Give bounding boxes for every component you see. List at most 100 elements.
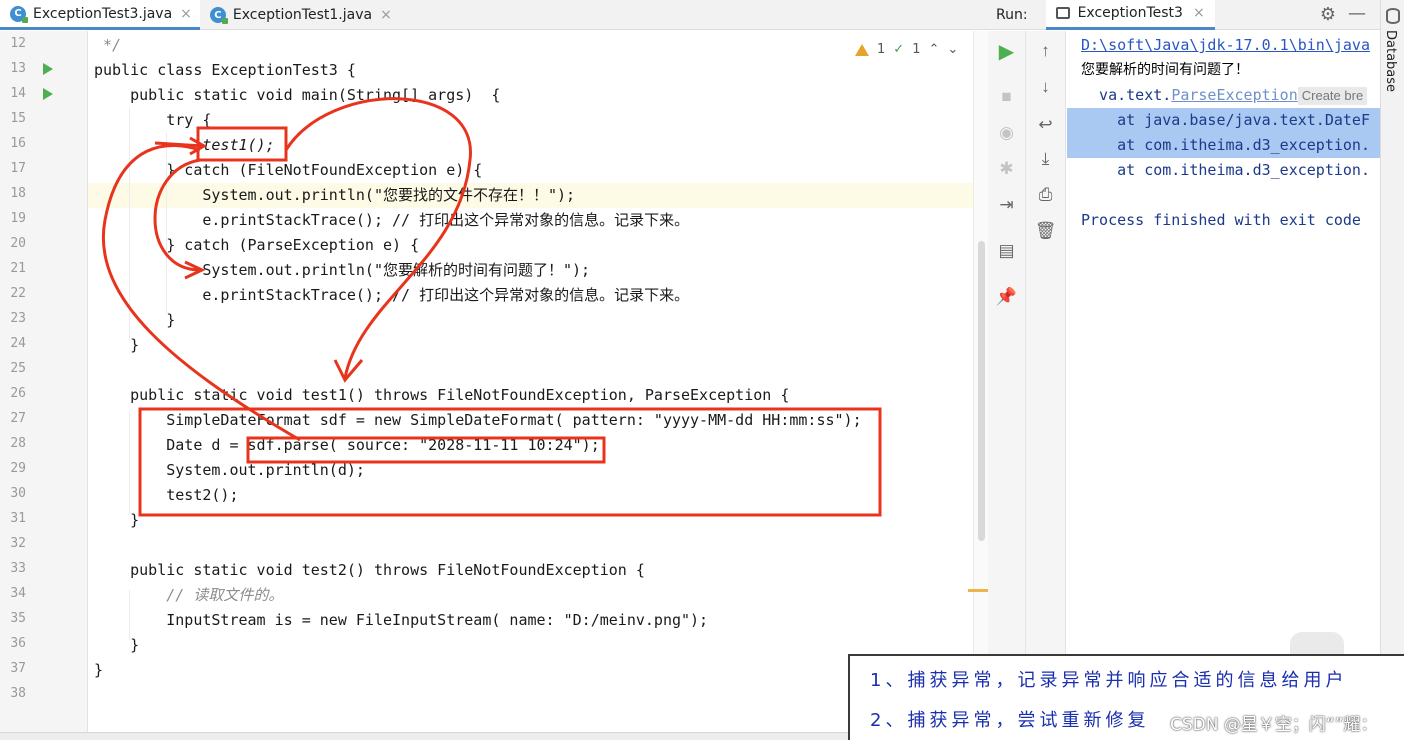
code-line-text: } xyxy=(94,661,104,679)
run-gutter-icon[interactable] xyxy=(43,63,53,75)
code-line: } xyxy=(94,308,175,333)
layout-icon[interactable]: ▤ xyxy=(988,241,1025,261)
pin-icon[interactable]: 📌 xyxy=(988,287,1025,307)
run-gutter-icon[interactable] xyxy=(43,88,53,100)
console-line: at java.base/java.text.DateF xyxy=(1067,108,1380,133)
console-line: 您要解析的时间有问题了！ xyxy=(1081,62,1249,78)
tab-label: ExceptionTest1.java xyxy=(232,7,373,23)
code-line: } catch (FileNotFoundException e) { xyxy=(94,158,482,183)
code-line-text: } xyxy=(94,311,176,329)
prev-highlight-icon[interactable]: ⌃ xyxy=(928,42,939,57)
create-breakpoint-hint[interactable]: Create bre xyxy=(1297,87,1368,105)
scrollbar-thumb[interactable] xyxy=(978,241,985,541)
tab-exceptiontest1[interactable]: C ExceptionTest1.java × xyxy=(200,0,400,30)
editor-scrollbar[interactable] xyxy=(968,31,988,740)
run-tab-label: ExceptionTest3 xyxy=(1077,5,1183,21)
code-line: e.printStackTrace(); // 打印出这个异常对象的信息。记录下… xyxy=(94,208,689,233)
run-config-icon xyxy=(1055,7,1070,19)
inspection-widget[interactable]: 1 ✓ 1 ⌃ ⌄ xyxy=(855,42,958,57)
rerun-icon[interactable]: ▶ xyxy=(988,39,1025,64)
code-line: // 读取文件的。 xyxy=(94,583,283,608)
console-line: Process finished with exit code xyxy=(1081,211,1361,229)
scroll-to-end-icon[interactable]: ⤓ xyxy=(1026,149,1065,169)
camera-icon[interactable]: ◉ xyxy=(988,123,1025,143)
close-icon[interactable]: × xyxy=(180,6,192,22)
line-number: 22 xyxy=(10,286,26,301)
code-line-text: test1(); xyxy=(94,136,275,154)
code-line-text: } catch (FileNotFoundException e) { xyxy=(94,161,483,179)
soft-wrap-icon[interactable]: ↩ xyxy=(1026,115,1065,135)
run-tab[interactable]: ExceptionTest3 × xyxy=(1045,0,1215,30)
minimize-icon[interactable]: — xyxy=(1348,3,1366,24)
database-icon[interactable] xyxy=(1386,8,1400,24)
line-number: 15 xyxy=(10,111,26,126)
tab-label: ExceptionTest3.java xyxy=(33,5,173,22)
line-number: 13 xyxy=(10,61,26,76)
line-number: 24 xyxy=(10,336,26,351)
debug-icon[interactable]: ✱ xyxy=(988,159,1025,179)
code-line-text: public class ExceptionTest3 { xyxy=(94,61,356,79)
note-line-2: 2、捕获异常，尝试重新修复 xyxy=(870,710,1150,731)
print-icon[interactable]: ⎙ xyxy=(1026,185,1065,205)
code-line: SimpleDateFormat sdf = new SimpleDateFor… xyxy=(94,408,862,433)
line-number: 12 xyxy=(10,36,26,51)
code-line: } catch (ParseException e) { xyxy=(94,233,419,258)
code-line-text: try { xyxy=(94,111,212,129)
next-highlight-icon[interactable]: ⌄ xyxy=(947,42,958,57)
close-icon[interactable]: × xyxy=(380,7,392,23)
warning-stripe[interactable] xyxy=(968,589,988,592)
run-label: Run: xyxy=(996,6,1028,23)
code-line: public static void main(String[] args) { xyxy=(94,83,500,108)
selection-gap xyxy=(1081,83,1099,108)
gear-icon[interactable]: ⚙ xyxy=(1320,4,1336,25)
console-line: at com.itheima.d3_exception. xyxy=(1067,133,1380,158)
code-line-text: public static void test2() throws FileNo… xyxy=(94,561,645,579)
typo-count: 1 xyxy=(912,42,921,57)
line-number: 14 xyxy=(10,86,26,101)
run-tool-window-header: Run: ExceptionTest3 × ⚙ — xyxy=(988,0,1380,30)
stop-icon[interactable]: ■ xyxy=(988,87,1025,107)
code-line-text: public static void main(String[] args) { xyxy=(94,86,501,104)
code-line: System.out.println(d); xyxy=(94,458,365,483)
line-number: 32 xyxy=(10,536,26,551)
exit-icon[interactable]: ⇥ xyxy=(988,195,1025,215)
up-arrow-icon[interactable]: ↑ xyxy=(1026,41,1065,61)
line-number: 28 xyxy=(10,436,26,451)
console-line: D:\soft\Java\jdk-17.0.1\bin\java xyxy=(1067,33,1380,58)
code-line-text: System.out.println("您要解析的时间有问题了！"); xyxy=(94,261,591,279)
warning-icon xyxy=(855,43,869,56)
line-number: 29 xyxy=(10,461,26,476)
run-toolbar-left: ▶ ■ ◉ ✱ ⇥ ▤ 📌 xyxy=(988,31,1026,740)
code-line-text: InputStream is = new FileInputStream( na… xyxy=(94,611,709,629)
code-line-text: Date d = sdf.parse( source: "2028-11-11 … xyxy=(94,436,600,454)
code-editor[interactable]: */ public class ExceptionTest3 { public … xyxy=(88,31,973,740)
code-line-text: } xyxy=(94,511,140,529)
line-number: 16 xyxy=(10,136,26,151)
line-number: 30 xyxy=(10,486,26,501)
java-path-link[interactable]: D:\soft\Java\jdk-17.0.1\bin\java xyxy=(1081,36,1370,54)
database-tab[interactable]: Database xyxy=(1383,30,1398,92)
tab-exceptiontest3[interactable]: C ExceptionTest3.java × xyxy=(0,0,200,30)
line-number: 18 xyxy=(10,186,26,201)
code-line-text: SimpleDateFormat sdf = new SimpleDateFor… xyxy=(94,411,862,429)
close-icon[interactable]: × xyxy=(1193,5,1205,21)
code-line: } xyxy=(94,633,139,658)
line-number: 37 xyxy=(10,661,26,676)
trash-icon[interactable]: 🗑 xyxy=(1026,221,1065,241)
line-number: 21 xyxy=(10,261,26,276)
exception-link[interactable]: ParseException xyxy=(1171,86,1297,104)
code-line-text: // 读取文件的。 xyxy=(94,586,284,604)
ide-window: C ExceptionTest3.java × C ExceptionTest1… xyxy=(0,0,1404,740)
java-class-icon: C xyxy=(209,7,228,24)
warning-count: 1 xyxy=(877,42,886,57)
right-tool-strip: Database xyxy=(1380,0,1404,740)
code-line: public static void test1() throws FileNo… xyxy=(94,383,789,408)
code-line: System.out.println("您要找的文件不存在！！"); xyxy=(94,183,575,208)
line-number: 20 xyxy=(10,236,26,251)
line-number: 23 xyxy=(10,311,26,326)
code-line-text: System.out.println(d); xyxy=(94,461,365,479)
down-arrow-icon[interactable]: ↓ xyxy=(1026,77,1065,97)
run-toolbar-right: ↑ ↓ ↩ ⤓ ⎙ 🗑 xyxy=(1026,31,1066,740)
code-line-text: e.printStackTrace(); // 打印出这个异常对象的信息。记录下… xyxy=(94,211,690,229)
editor-tab-bar: C ExceptionTest3.java × C ExceptionTest1… xyxy=(0,0,988,30)
